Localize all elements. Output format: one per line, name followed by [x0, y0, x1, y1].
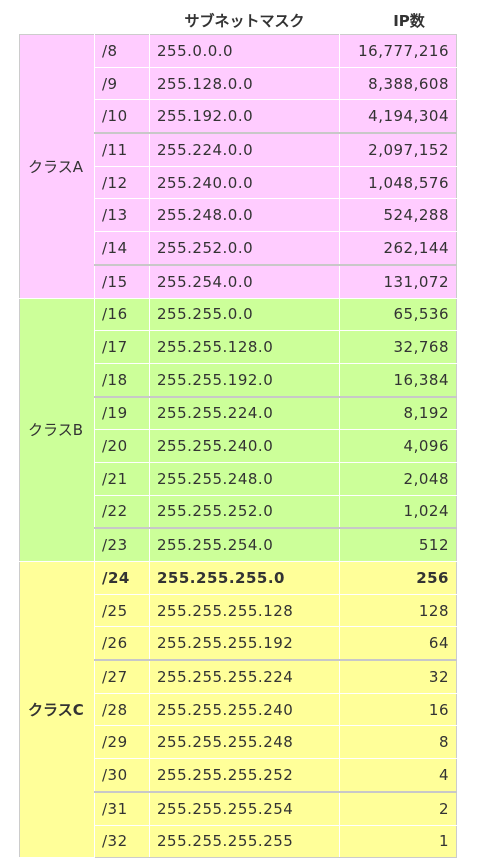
subnet-mask-cell: 255.128.0.0	[149, 66, 340, 101]
ip-count-cell: 131,072	[339, 263, 457, 299]
prefix-cell: /23	[94, 527, 150, 563]
table-row: クラスB/16 255.255.0.0 65,536	[19, 297, 457, 562]
prefix-cell: /32	[94, 824, 150, 858]
ip-count-cell: 8	[339, 725, 457, 760]
class-label: クラスA	[19, 34, 95, 299]
subnet-mask-cell: 255.224.0.0	[149, 132, 340, 167]
subnet-mask-cell: 255.255.0.0	[149, 297, 340, 332]
prefix-cell: /17	[94, 330, 150, 364]
prefix-cell: /19	[94, 395, 150, 431]
prefix-cell: /11	[94, 132, 150, 167]
header-blank	[94, 7, 150, 35]
subnet-mask-cell: 255.255.254.0	[149, 527, 340, 563]
prefix-cell: /13	[94, 198, 150, 233]
header-blank	[19, 7, 95, 35]
prefix-cell: /14	[94, 231, 150, 266]
ip-count-cell: 2,097,152	[339, 132, 457, 167]
ip-count-cell: 4,194,304	[339, 99, 457, 134]
ip-count-cell: 16,384	[339, 362, 457, 398]
subnet-mask-cell: 255.255.192.0	[149, 362, 340, 398]
subnet-mask-cell: 255.240.0.0	[149, 165, 340, 200]
prefix-cell: /31	[94, 790, 150, 826]
column-header-mask: サブネットマスク	[149, 7, 340, 35]
prefix-cell: /30	[94, 758, 150, 793]
prefix-cell: /20	[94, 429, 150, 463]
subnet-mask-cell: 255.0.0.0	[149, 34, 340, 68]
ip-count-cell: 524,288	[339, 198, 457, 233]
subnet-mask-cell: 255.255.255.254	[149, 790, 340, 826]
class-label: クラスB	[19, 297, 95, 562]
prefix-cell: /15	[94, 263, 150, 299]
subnet-mask-cell: 255.255.255.248	[149, 725, 340, 760]
ip-count-cell: 1,048,576	[339, 165, 457, 200]
subnet-mask-cell: 255.192.0.0	[149, 99, 340, 134]
ip-count-cell: 4,096	[339, 429, 457, 463]
prefix-cell: /9	[94, 66, 150, 101]
ip-count-cell: 2	[339, 790, 457, 826]
subnet-mask-cell: 255.248.0.0	[149, 198, 340, 233]
subnet-mask-cell: 255.255.255.0	[149, 561, 340, 595]
subnet-mask-cell: 255.255.252.0	[149, 494, 340, 529]
subnet-mask-cell: 255.255.255.255	[149, 824, 340, 858]
ip-count-cell: 1	[339, 824, 457, 858]
class-label: クラスC	[19, 560, 95, 858]
ip-count-cell: 64	[339, 626, 457, 661]
ip-count-cell: 128	[339, 593, 457, 628]
prefix-cell: /29	[94, 725, 150, 760]
subnet-table: サブネットマスク IP数 クラスA/8 255.0.0.0 16,777,216/9…	[19, 7, 457, 858]
table-body: クラスA/8 255.0.0.0 16,777,216/9 255.128.0.0 8,…	[19, 34, 457, 858]
prefix-cell: /21	[94, 461, 150, 496]
subnet-mask-cell: 255.255.224.0	[149, 395, 340, 431]
ip-count-cell: 65,536	[339, 297, 457, 332]
prefix-cell: /25	[94, 593, 150, 628]
prefix-cell: /8	[94, 34, 150, 68]
ip-count-cell: 16	[339, 692, 457, 727]
prefix-cell: /12	[94, 165, 150, 200]
ip-count-cell: 4	[339, 758, 457, 793]
subnet-mask-cell: 255.254.0.0	[149, 263, 340, 299]
column-header-ip-count: IP数	[339, 7, 457, 35]
prefix-cell: /28	[94, 692, 150, 727]
ip-count-cell: 32,768	[339, 330, 457, 364]
prefix-cell: /26	[94, 626, 150, 661]
subnet-mask-cell: 255.255.255.224	[149, 659, 340, 694]
ip-count-cell: 32	[339, 659, 457, 694]
prefix-cell: /10	[94, 99, 150, 134]
prefix-cell: /27	[94, 659, 150, 694]
subnet-mask-cell: 255.252.0.0	[149, 231, 340, 266]
ip-count-cell: 8,192	[339, 395, 457, 431]
header-row: サブネットマスク IP数	[19, 7, 457, 35]
prefix-cell: /16	[94, 297, 150, 332]
subnet-mask-cell: 255.255.240.0	[149, 429, 340, 463]
subnet-mask-cell: 255.255.248.0	[149, 461, 340, 496]
ip-count-cell: 1,024	[339, 494, 457, 529]
subnet-mask-cell: 255.255.255.240	[149, 692, 340, 727]
ip-count-cell: 16,777,216	[339, 34, 457, 68]
ip-count-cell: 512	[339, 527, 457, 563]
subnet-mask-cell: 255.255.255.192	[149, 626, 340, 661]
table-row: クラスA/8 255.0.0.0 16,777,216	[19, 34, 457, 299]
prefix-cell: /18	[94, 362, 150, 398]
page: サブネットマスク IP数 クラスA/8 255.0.0.0 16,777,216/9…	[0, 0, 491, 858]
ip-count-cell: 262,144	[339, 231, 457, 266]
subnet-mask-cell: 255.255.255.128	[149, 593, 340, 628]
ip-count-cell: 8,388,608	[339, 66, 457, 101]
subnet-mask-cell: 255.255.255.252	[149, 758, 340, 793]
prefix-cell: /22	[94, 494, 150, 529]
ip-count-cell: 2,048	[339, 461, 457, 496]
prefix-cell: /24	[94, 561, 150, 595]
subnet-mask-cell: 255.255.128.0	[149, 330, 340, 364]
table-row: クラスC/24 255.255.255.0 256	[19, 560, 457, 858]
ip-count-cell: 256	[339, 561, 457, 595]
